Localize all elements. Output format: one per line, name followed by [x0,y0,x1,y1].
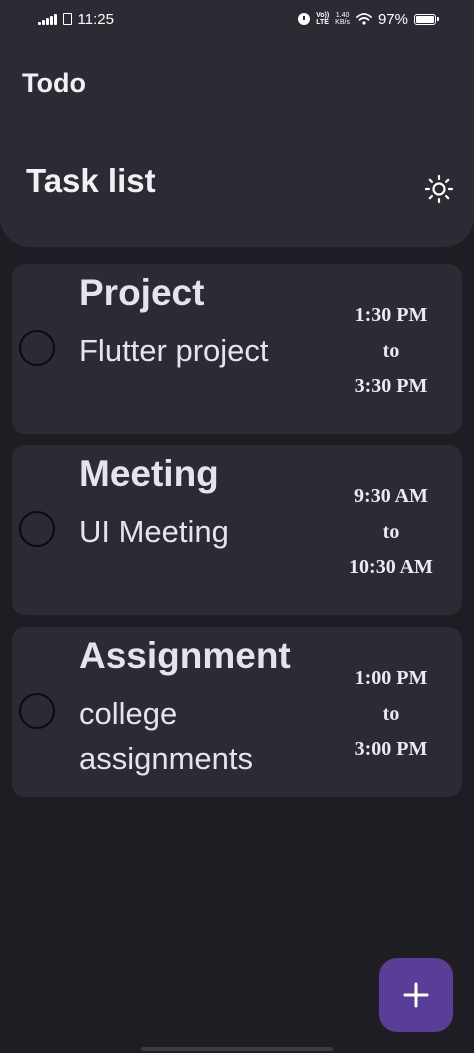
task-start-time: 1:30 PM [354,304,428,326]
task-complete-checkbox[interactable] [19,511,55,547]
task-time-range: 1:30 PM to 3:30 PM [336,298,446,405]
task-complete-checkbox[interactable] [19,330,55,366]
task-title: Meeting [79,453,219,494]
task-start-time: 1:00 PM [354,667,428,689]
battery-icon [414,13,439,25]
alarm-icon [298,13,311,25]
task-time-range: 9:30 AM to 10:30 AM [336,479,446,586]
app-title: Todo [22,68,86,98]
task-description: Flutter project [79,333,269,368]
status-bar: 11:25 Vo)) LTE 1.40 KB/s 97% [0,0,474,38]
task-time-range: 1:00 PM to 3:00 PM [336,661,446,768]
battery-percent: 97% [377,10,408,28]
plus-icon [403,982,429,1008]
sim-icon [62,13,72,25]
add-task-button[interactable] [379,958,453,1032]
signal-icon [38,13,57,25]
task-card[interactable]: Project Flutter project 1:30 PM to 3:30 … [12,264,462,434]
gesture-nav-handle[interactable] [141,1047,333,1051]
task-time-separator: to [382,520,400,543]
volte-indicator: Vo)) LTE [316,12,330,26]
task-card[interactable]: Assignment college assignments 1:00 PM t… [12,627,462,797]
sun-icon [424,174,454,204]
task-start-time: 9:30 AM [354,485,428,507]
theme-toggle-button[interactable] [422,172,456,206]
wifi-icon [356,13,372,25]
task-title: Assignment [79,635,291,676]
status-time: 11:25 [77,10,114,28]
task-end-time: 10:30 AM [349,556,433,578]
todo-screen: Todo Task list 11:25 Vo)) LTE 1.40 KB/s … [0,0,474,1053]
page-title: Task list [26,162,156,199]
task-time-separator: to [382,339,400,362]
task-end-time: 3:30 PM [354,375,428,397]
task-description: UI Meeting [79,514,229,549]
task-title: Project [79,272,205,313]
network-speed: 1.40 KB/s [335,12,350,26]
task-description: college assignments [79,696,254,776]
task-card[interactable]: Meeting UI Meeting 9:30 AM to 10:30 AM [12,445,462,615]
task-end-time: 3:00 PM [354,738,428,760]
task-complete-checkbox[interactable] [19,693,55,729]
task-time-separator: to [382,702,400,725]
